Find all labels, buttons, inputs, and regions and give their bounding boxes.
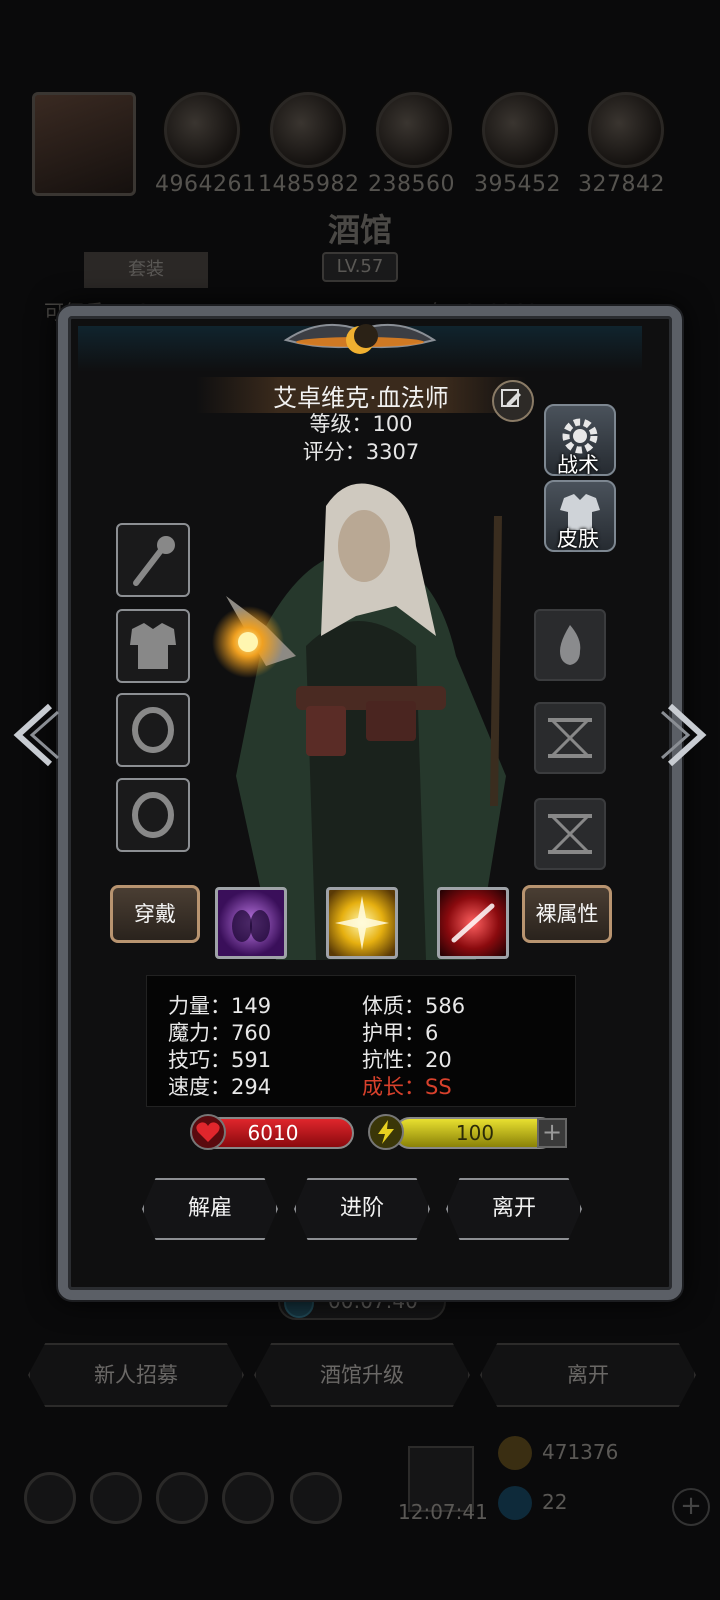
- skill-slot-locked-2[interactable]: [534, 798, 606, 870]
- skill-slot-fire[interactable]: [534, 609, 606, 681]
- hourglass-icon: [548, 814, 592, 854]
- tavern-title: 酒馆: [327, 211, 392, 249]
- ring-icon: [132, 707, 174, 753]
- resource-value-1: 4964261: [155, 172, 257, 197]
- bottom-nav-icon-2[interactable]: [90, 1472, 142, 1524]
- game-clock: 12:07:41: [398, 1500, 488, 1524]
- set-tab-button[interactable]: 套装: [84, 252, 208, 288]
- stat-speed: 速度：294: [168, 1075, 272, 1099]
- resource-value-5: 327842: [578, 172, 665, 197]
- skill-slot-locked-1[interactable]: [534, 702, 606, 774]
- resource-icon-4: [482, 92, 558, 168]
- resource-icon-5: [588, 92, 664, 168]
- tavern-upgrade-button[interactable]: 酒馆升级: [254, 1343, 470, 1407]
- staff-icon: [133, 536, 175, 586]
- player-avatar[interactable]: [32, 92, 136, 196]
- heart-icon: [190, 1114, 226, 1150]
- armor-slot[interactable]: [116, 609, 190, 683]
- leave-button[interactable]: 离开: [446, 1178, 582, 1240]
- moon-crest-icon: [283, 323, 437, 354]
- add-energy-button[interactable]: +: [537, 1118, 567, 1148]
- bottom-nav-icon-5[interactable]: [290, 1472, 342, 1524]
- skin-label: 皮肤: [557, 527, 599, 551]
- prev-hero-arrow-icon[interactable]: [10, 700, 60, 770]
- skill-gem-gold[interactable]: [326, 887, 398, 959]
- stat-resistance: 抗性：20: [362, 1048, 452, 1072]
- naked-attribute-button[interactable]: 裸属性: [522, 885, 612, 943]
- gold-icon: [498, 1436, 532, 1470]
- hourglass-icon: [548, 718, 592, 758]
- resource-value-2: 1485982: [258, 172, 360, 197]
- skill-gem-red[interactable]: [437, 887, 509, 959]
- stat-armor: 护甲：6: [362, 1021, 439, 1045]
- gem-icon: [498, 1486, 532, 1520]
- tavern-leave-button[interactable]: 离开: [480, 1343, 696, 1407]
- wear-button[interactable]: 穿戴: [110, 885, 200, 943]
- energy-value: 100: [455, 1121, 495, 1145]
- starburst-icon: [335, 896, 389, 950]
- flame-icon: [560, 625, 581, 665]
- ring-slot-2[interactable]: [116, 778, 190, 852]
- stat-strength: 力量：149: [168, 994, 272, 1018]
- gold-amount: 471376: [542, 1440, 619, 1464]
- bottom-nav-icon-1[interactable]: [24, 1472, 76, 1524]
- hero-level: 等级：100: [309, 412, 413, 436]
- resource-value-4: 395452: [474, 172, 561, 197]
- stat-constitution: 体质：586: [362, 994, 466, 1018]
- bottom-nav-icon-4[interactable]: [222, 1472, 274, 1524]
- ring-icon: [132, 792, 174, 838]
- hero-score: 评分：3307: [302, 440, 420, 464]
- tavern-level: LV.57: [322, 252, 398, 282]
- blood-slash-icon: [451, 903, 495, 943]
- dismiss-button[interactable]: 解雇: [142, 1178, 278, 1240]
- tactics-label: 战术: [557, 453, 599, 477]
- advance-button[interactable]: 进阶: [294, 1178, 430, 1240]
- resource-icon-2: [270, 92, 346, 168]
- gem-amount: 22: [542, 1490, 568, 1514]
- resource-value-3: 238560: [368, 172, 455, 197]
- weapon-slot[interactable]: [116, 523, 190, 597]
- stat-growth: 成长：SS: [362, 1075, 452, 1099]
- ring-slot-1[interactable]: [116, 693, 190, 767]
- shadow-hands-icon: [232, 910, 270, 942]
- resource-icon-3: [376, 92, 452, 168]
- bottom-nav-icon-3[interactable]: [156, 1472, 208, 1524]
- new-recruit-button[interactable]: 新人招募: [28, 1343, 244, 1407]
- add-icon[interactable]: +: [672, 1488, 710, 1526]
- stat-skill: 技巧：591: [168, 1048, 272, 1072]
- resource-icon-1: [164, 92, 240, 168]
- lightning-icon: [368, 1114, 404, 1150]
- next-hero-arrow-icon[interactable]: [660, 700, 710, 770]
- skill-gem-purple[interactable]: [215, 887, 287, 959]
- energy-bar: 100: [394, 1117, 556, 1149]
- stat-magic: 魔力：760: [168, 1021, 272, 1045]
- chest-armor-icon: [130, 623, 176, 669]
